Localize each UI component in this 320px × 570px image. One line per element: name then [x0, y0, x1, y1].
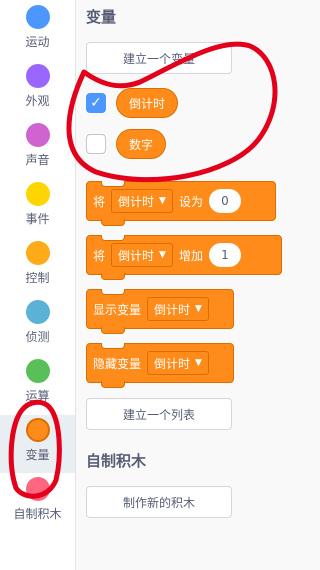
block-text: 显示变量	[93, 302, 142, 317]
sensing-color-dot-icon	[25, 300, 50, 324]
events-color-dot-icon	[25, 182, 50, 206]
variable-monitor-checkbox[interactable]	[86, 134, 106, 154]
dropdown-value: 倒计时	[118, 248, 155, 263]
block-text: 设为	[178, 194, 203, 209]
category-sensing[interactable]: 侦测	[0, 297, 75, 355]
variable-row: 数字	[86, 129, 167, 159]
category-my-blocks[interactable]: 自制积木	[0, 474, 75, 532]
value-input[interactable]: 0	[208, 189, 241, 213]
caret-down-icon: ▼	[195, 358, 202, 368]
block-text: 将	[93, 248, 106, 263]
category-operators[interactable]: 运算	[0, 356, 75, 414]
block-tab	[101, 219, 125, 226]
make-block-button[interactable]: 制作新的积木	[86, 486, 232, 518]
variable-reporter-block[interactable]: 倒计时	[116, 88, 179, 118]
caret-down-icon: ▼	[195, 304, 202, 314]
block-tab	[101, 273, 125, 280]
block-palette: 变量 建立一个变量 ✓ 倒计时 数字 将 倒计时 ▼ 设为 0 将 倒计时 ▼ …	[76, 0, 320, 570]
category-label: 自制积木	[13, 507, 62, 521]
operators-color-dot-icon	[25, 359, 50, 383]
block-tab	[101, 327, 125, 334]
variable-dropdown[interactable]: 倒计时 ▼	[147, 351, 209, 375]
variables-section-title: 变量	[86, 8, 117, 26]
block-notch	[101, 343, 125, 349]
control-color-dot-icon	[25, 241, 50, 265]
make-variable-button[interactable]: 建立一个变量	[86, 42, 232, 74]
category-label: 声音	[25, 153, 50, 167]
show-variable-block[interactable]: 显示变量 倒计时 ▼	[86, 289, 234, 334]
dropdown-value: 倒计时	[154, 302, 191, 317]
set-variable-block[interactable]: 将 倒计时 ▼ 设为 0	[86, 181, 276, 226]
category-looks[interactable]: 外观	[0, 61, 75, 119]
my-blocks-color-dot-icon	[25, 477, 50, 501]
category-sound[interactable]: 声音	[0, 120, 75, 178]
block-notch	[101, 181, 125, 187]
category-sidebar: 运动 外观 声音 事件 控制 侦测 运算 变量 自制积木	[0, 0, 76, 570]
caret-down-icon: ▼	[159, 196, 166, 206]
caret-down-icon: ▼	[159, 250, 166, 260]
category-label: 运动	[25, 35, 50, 49]
variable-dropdown[interactable]: 倒计时 ▼	[147, 297, 209, 321]
variable-dropdown[interactable]: 倒计时 ▼	[111, 189, 173, 213]
category-label: 控制	[25, 271, 50, 285]
category-label: 变量	[25, 448, 50, 462]
category-label: 侦测	[25, 330, 50, 344]
dropdown-value: 倒计时	[118, 194, 155, 209]
sound-color-dot-icon	[25, 123, 50, 147]
block-text: 将	[93, 194, 106, 209]
variables-color-dot-icon	[25, 418, 50, 442]
category-events[interactable]: 事件	[0, 179, 75, 237]
checkmark-icon: ✓	[90, 95, 102, 111]
category-label: 运算	[25, 389, 50, 403]
make-list-button[interactable]: 建立一个列表	[86, 398, 232, 430]
variable-dropdown[interactable]: 倒计时 ▼	[111, 243, 173, 267]
motion-color-dot-icon	[25, 5, 50, 29]
variable-row: ✓ 倒计时	[86, 88, 179, 118]
variable-reporter-block[interactable]: 数字	[116, 129, 167, 159]
hide-variable-block[interactable]: 隐藏变量 倒计时 ▼	[86, 343, 234, 388]
looks-color-dot-icon	[25, 64, 50, 88]
value-input[interactable]: 1	[208, 243, 241, 267]
block-notch	[101, 289, 125, 295]
category-label: 外观	[25, 94, 50, 108]
category-control[interactable]: 控制	[0, 238, 75, 296]
block-tab	[101, 381, 125, 388]
variable-monitor-checkbox[interactable]: ✓	[86, 93, 106, 113]
category-label: 事件	[25, 212, 50, 226]
change-variable-block[interactable]: 将 倒计时 ▼ 增加 1	[86, 235, 282, 280]
dropdown-value: 倒计时	[154, 356, 191, 371]
category-motion[interactable]: 运动	[0, 2, 75, 60]
category-variables[interactable]: 变量	[0, 415, 75, 473]
my-blocks-section-title: 自制积木	[86, 452, 147, 470]
block-text: 增加	[178, 248, 203, 263]
block-text: 隐藏变量	[93, 356, 142, 371]
block-notch	[101, 235, 125, 241]
